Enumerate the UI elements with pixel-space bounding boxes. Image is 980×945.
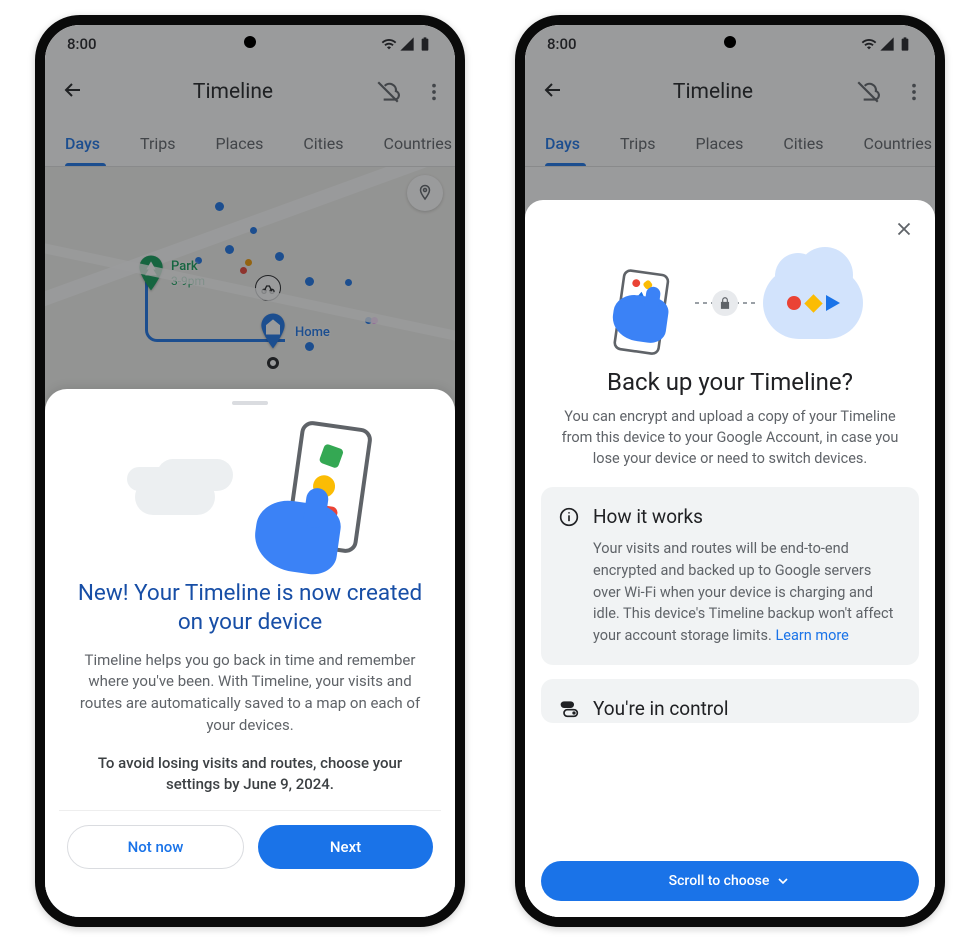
overflow-menu-icon[interactable]	[903, 81, 925, 103]
status-time: 8:00	[67, 35, 97, 53]
card-title: How it works	[593, 505, 703, 528]
wifi-icon	[381, 36, 397, 52]
wifi-icon	[861, 36, 877, 52]
tab-countries[interactable]: Countries	[844, 121, 935, 166]
sheet-heading: Back up your Timeline?	[551, 368, 909, 396]
status-bar: 8:00	[45, 25, 455, 63]
tab-countries[interactable]: Countries	[364, 121, 455, 166]
not-now-button[interactable]: Not now	[67, 825, 244, 869]
sheet-grabber[interactable]	[232, 401, 268, 405]
cloud-icon	[763, 267, 863, 339]
cloud-off-icon[interactable]	[855, 79, 881, 105]
signal-icon	[399, 36, 415, 52]
tab-cities[interactable]: Cities	[283, 121, 363, 166]
lock-icon	[712, 290, 738, 316]
status-bar: 8:00	[525, 25, 935, 63]
info-icon	[559, 507, 579, 527]
back-button[interactable]	[541, 78, 571, 106]
tab-cities[interactable]: Cities	[763, 121, 843, 166]
back-button[interactable]	[61, 78, 91, 106]
battery-icon	[897, 36, 913, 52]
chevron-down-icon	[775, 873, 791, 889]
park-label: Park 3-9pm	[171, 259, 205, 289]
hero-illustration	[67, 413, 433, 573]
signal-icon	[879, 36, 895, 52]
how-it-works-card: How it works Your visits and routes will…	[541, 487, 919, 665]
park-pin[interactable]	[137, 259, 165, 287]
phone-left: 8:00 Timeline Days Trips Places Cities C…	[35, 15, 465, 927]
home-pin[interactable]	[259, 317, 287, 345]
hand-holding-phone-icon	[255, 418, 375, 568]
sheet-body: Timeline helps you go back in time and r…	[73, 650, 427, 737]
bike-icon	[255, 275, 281, 301]
overflow-menu-icon[interactable]	[423, 81, 445, 103]
battery-icon	[417, 36, 433, 52]
app-title: Timeline	[571, 80, 855, 104]
current-location-dot	[267, 357, 279, 369]
close-button[interactable]	[889, 214, 919, 248]
card-title: You're in control	[593, 697, 729, 720]
tab-bar: Days Trips Places Cities Countries	[525, 121, 935, 167]
learn-more-link[interactable]: Learn more	[775, 627, 848, 644]
next-button[interactable]: Next	[258, 825, 433, 869]
map-pin-fab[interactable]	[407, 175, 443, 211]
backup-sheet: Back up your Timeline? You can encrypt a…	[525, 200, 935, 917]
card-body: Your visits and routes will be end-to-en…	[559, 538, 899, 647]
connection-line	[695, 302, 755, 304]
tab-trips[interactable]: Trips	[120, 121, 196, 166]
tab-bar: Days Trips Places Cities Countries	[45, 121, 455, 167]
toggle-icon	[559, 698, 579, 718]
scroll-to-choose-button[interactable]: Scroll to choose	[541, 861, 919, 901]
tab-days[interactable]: Days	[531, 121, 600, 166]
sheet-deadline-note: To avoid losing visits and routes, choos…	[71, 753, 429, 797]
tab-places[interactable]: Places	[676, 121, 764, 166]
home-label: Home	[295, 325, 330, 340]
hand-holding-phone-icon	[613, 267, 672, 339]
onboarding-sheet: New! Your Timeline is now created on you…	[45, 389, 455, 917]
youre-in-control-card: You're in control	[541, 679, 919, 723]
tab-places[interactable]: Places	[196, 121, 284, 166]
hero-illustration	[541, 248, 919, 358]
app-title: Timeline	[91, 80, 375, 104]
tab-trips[interactable]: Trips	[600, 121, 676, 166]
sheet-body: You can encrypt and upload a copy of you…	[555, 406, 905, 469]
status-time: 8:00	[547, 35, 577, 53]
phone-right: 8:00 Timeline Days Trips Places Cities C…	[515, 15, 945, 927]
cloud-icon	[125, 463, 225, 523]
sheet-heading: New! Your Timeline is now created on you…	[75, 579, 425, 638]
cloud-off-icon[interactable]	[375, 79, 401, 105]
tab-days[interactable]: Days	[51, 121, 120, 166]
